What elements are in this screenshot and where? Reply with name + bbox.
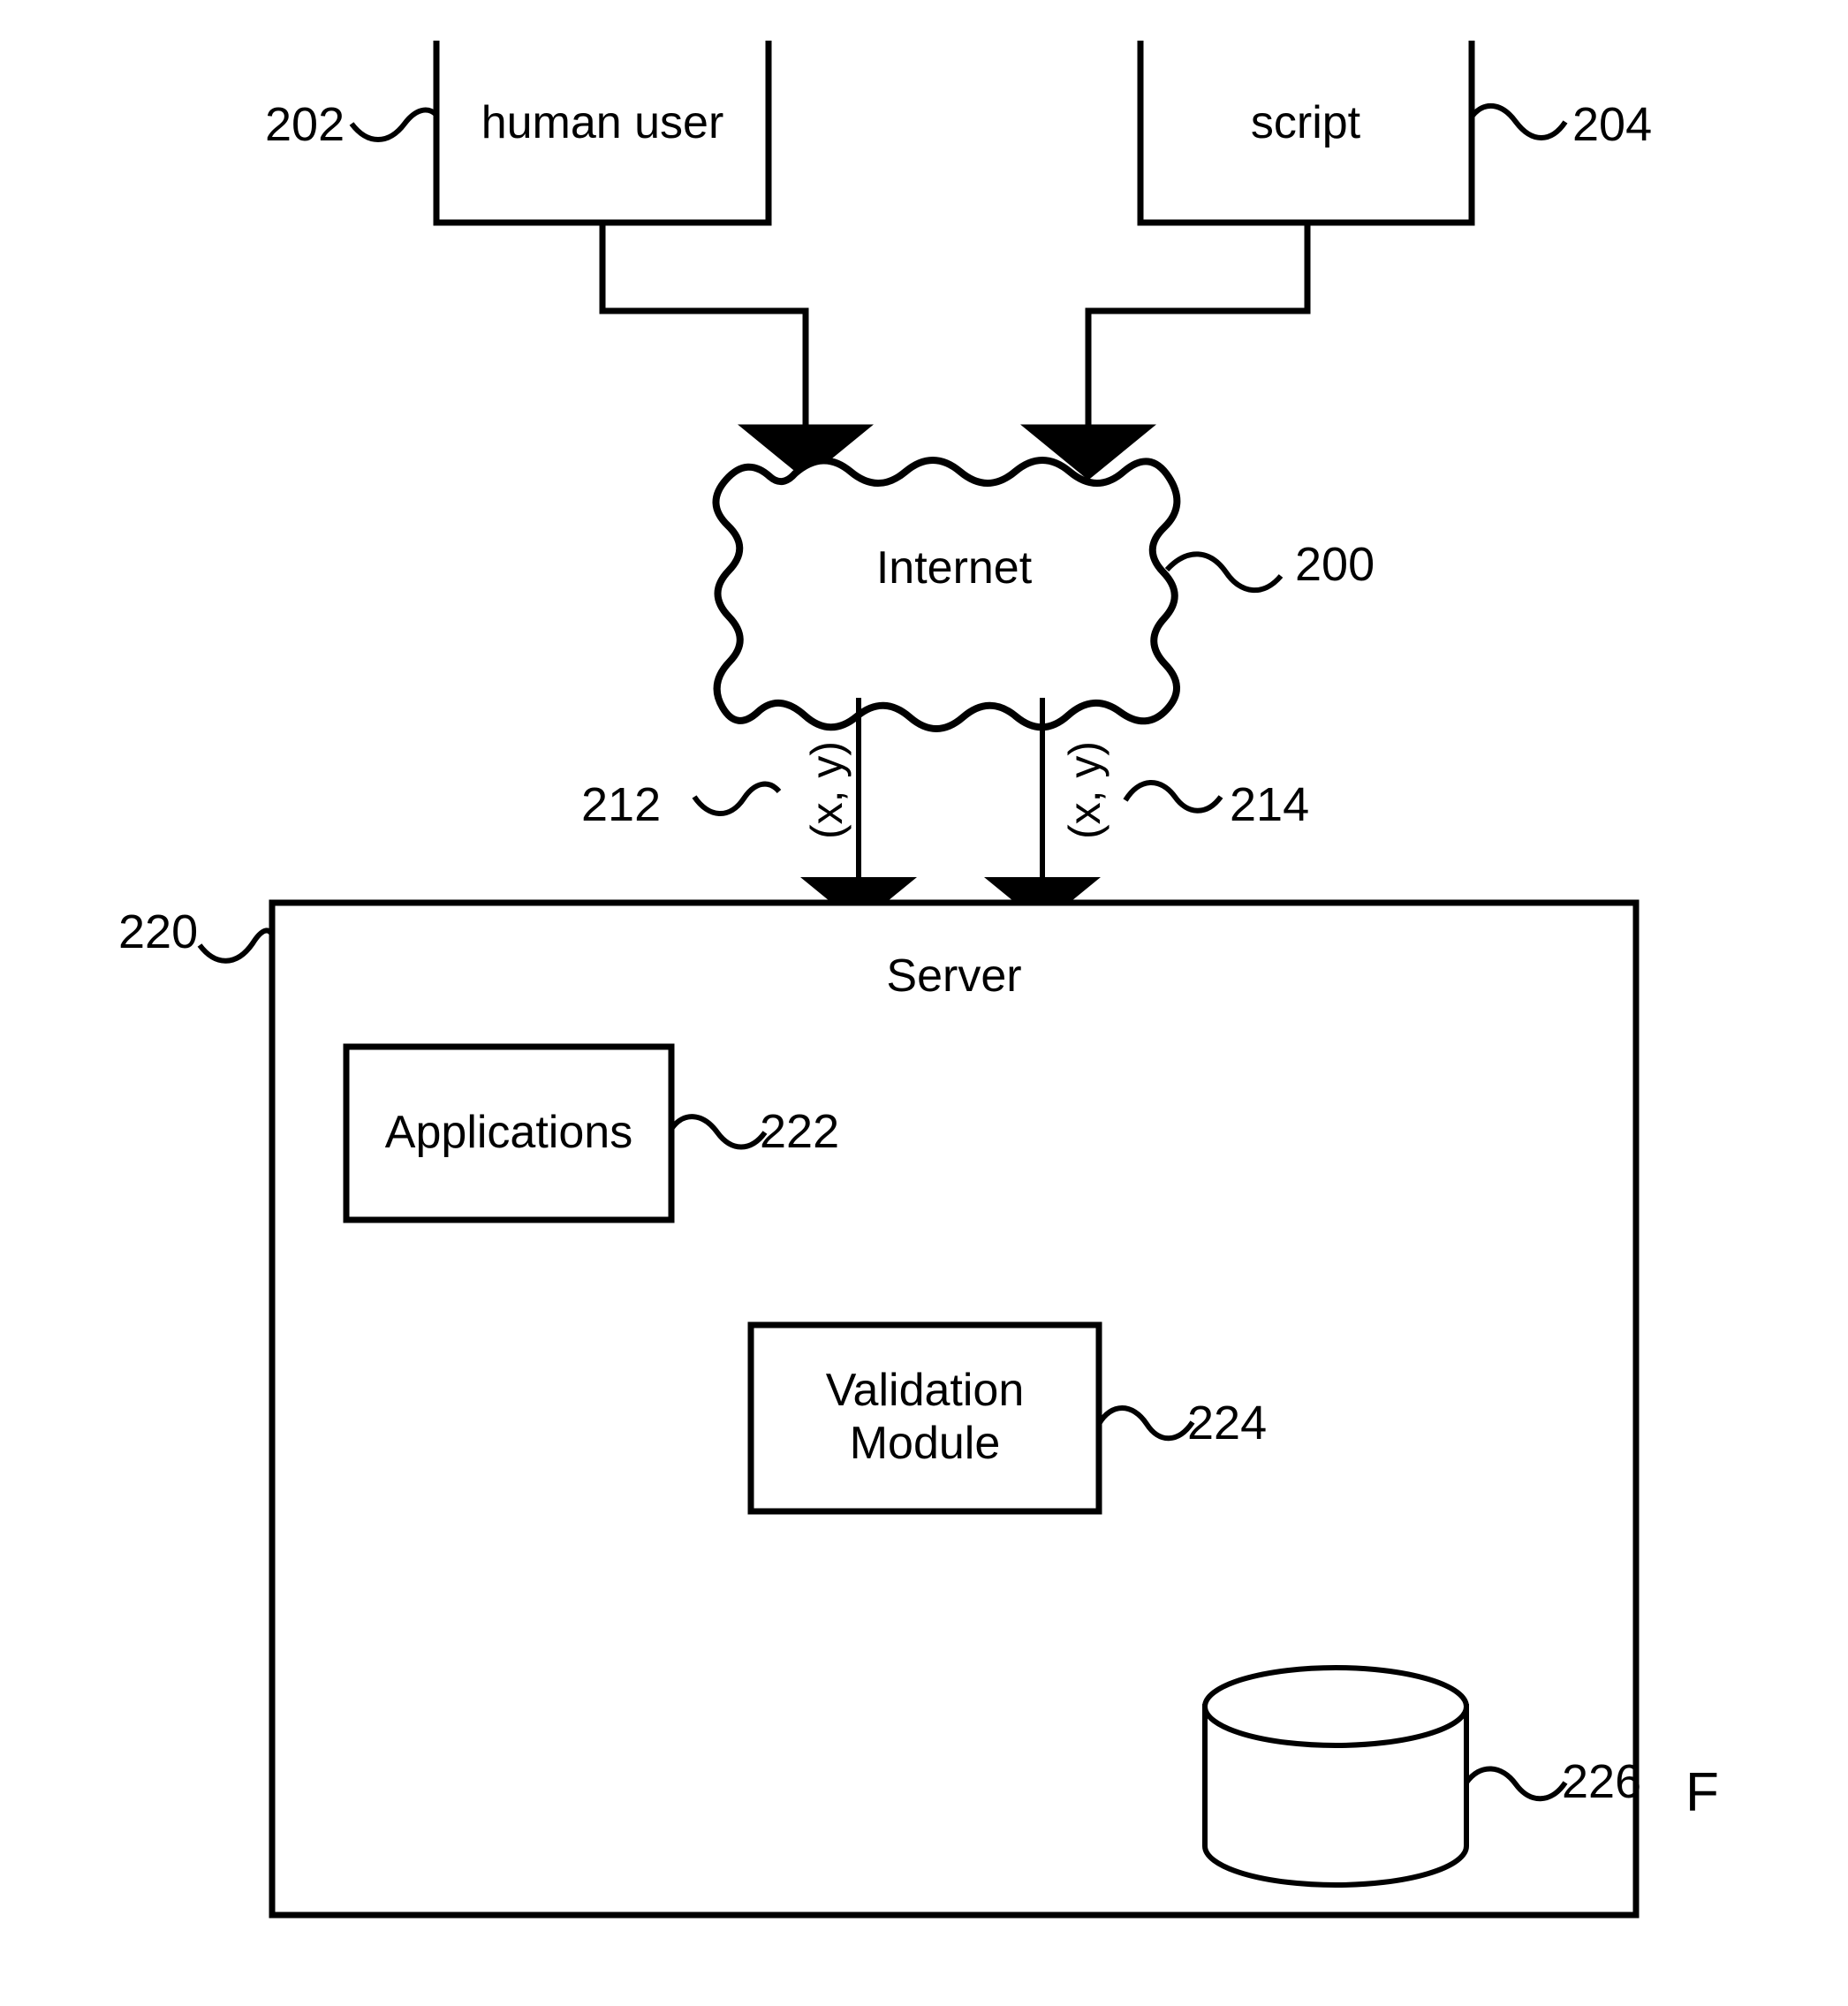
figure-mark-label: F (1685, 1762, 1719, 1823)
ref-number-200: 200 (1295, 538, 1375, 591)
internet-label: Internet (875, 542, 1033, 594)
validation-module-label-line2: Module (849, 1418, 1001, 1469)
ref-number-220: 220 (118, 905, 199, 958)
leader-line-204 (1469, 102, 1568, 140)
figure-canvas: human user 202 script 204 Internet 200 (… (0, 0, 1848, 2006)
ref-number-224: 224 (1187, 1397, 1268, 1450)
connector-script-to-internet (1020, 223, 1311, 481)
leader-line-220 (197, 927, 275, 964)
applications-label: Applications (384, 1107, 633, 1159)
server-label: Server (886, 950, 1022, 1002)
ref-number-204: 204 (1572, 98, 1653, 151)
leader-line-214 (1123, 780, 1223, 814)
database-cylinder-shape (1202, 1665, 1469, 1888)
leader-line-202 (349, 107, 439, 142)
coordinate-label-right: (x, y) (1060, 740, 1110, 839)
validation-module-label: Validation Module (826, 1365, 1025, 1471)
leader-line-212 (692, 781, 782, 816)
validation-module-label-line1: Validation (825, 1365, 1025, 1417)
connector-human-user-to-internet (599, 223, 874, 481)
ref-number-214: 214 (1230, 778, 1310, 831)
ref-number-222: 222 (760, 1105, 840, 1158)
ref-number-226: 226 (1562, 1755, 1642, 1808)
human-user-label: human user (481, 97, 724, 148)
ref-number-212: 212 (581, 778, 662, 831)
coordinate-label-left: (x, y) (802, 740, 852, 839)
leader-line-200 (1164, 551, 1284, 593)
script-label: script (1250, 97, 1361, 148)
ref-number-202: 202 (265, 98, 345, 151)
